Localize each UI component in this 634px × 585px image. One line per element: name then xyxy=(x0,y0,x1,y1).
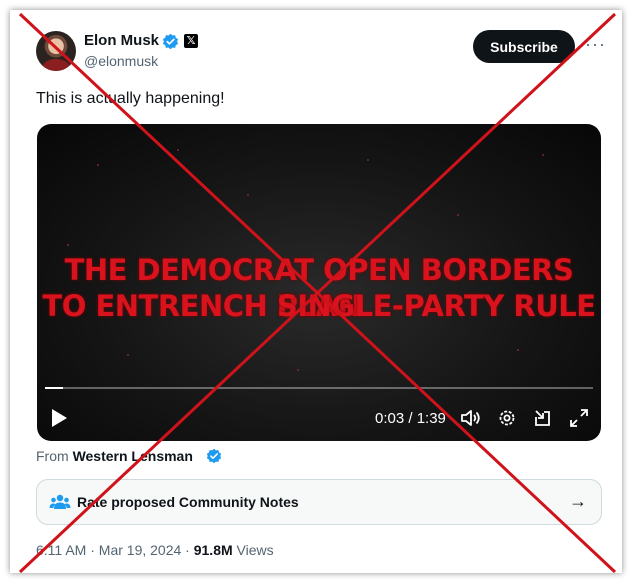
settings-gear-icon[interactable] xyxy=(497,408,517,428)
source-verified-badge-icon xyxy=(206,448,222,464)
video-title-line-2: TO ENTRENCH SINGLE-PARTY RULE xyxy=(42,289,596,323)
verified-badge-icon xyxy=(162,33,179,50)
avatar[interactable] xyxy=(36,31,76,71)
video-progress-bar[interactable] xyxy=(45,387,593,389)
x-logo-badge-icon: 𝕏 xyxy=(184,34,198,48)
play-icon[interactable] xyxy=(50,408,68,428)
community-notes-label: Rate proposed Community Notes xyxy=(77,494,299,510)
meta-separator: · xyxy=(185,542,194,558)
author-handle[interactable]: @elonmusk xyxy=(84,53,158,69)
video-source-name[interactable]: Western Lensman xyxy=(73,448,193,464)
tweet-text: This is actually happening! xyxy=(36,90,225,107)
community-notes-button[interactable]: Rate proposed Community Notes → xyxy=(36,479,602,525)
subscribe-button[interactable]: Subscribe xyxy=(473,30,575,63)
video-source: From Western Lensman xyxy=(36,448,193,464)
post-time[interactable]: 6:11 AM xyxy=(36,542,86,558)
arrow-right-icon: → xyxy=(569,491,587,511)
video-source-prefix: From xyxy=(36,448,69,464)
video-progress-fill xyxy=(45,387,64,389)
video-time: 0:03 / 1:39 xyxy=(375,410,446,427)
video-player[interactable]: THE DEMOCRAT OPEN BORDERS PLAN TO ENTREN… xyxy=(37,124,601,441)
picture-in-picture-icon[interactable] xyxy=(533,408,553,428)
views-label: Views xyxy=(236,542,274,558)
volume-icon[interactable] xyxy=(460,408,482,428)
more-options-icon[interactable]: ··· xyxy=(585,34,606,55)
author-name[interactable]: Elon Musk xyxy=(84,32,159,49)
tweet-metadata: 6:11 AM · Mar 19, 2024 · 91.8M Views xyxy=(36,542,274,558)
post-date[interactable]: Mar 19, 2024 xyxy=(99,542,182,558)
fullscreen-icon[interactable] xyxy=(569,408,589,428)
people-group-icon xyxy=(49,494,71,509)
meta-separator: · xyxy=(90,542,99,558)
views-count: 91.8M xyxy=(193,542,233,558)
